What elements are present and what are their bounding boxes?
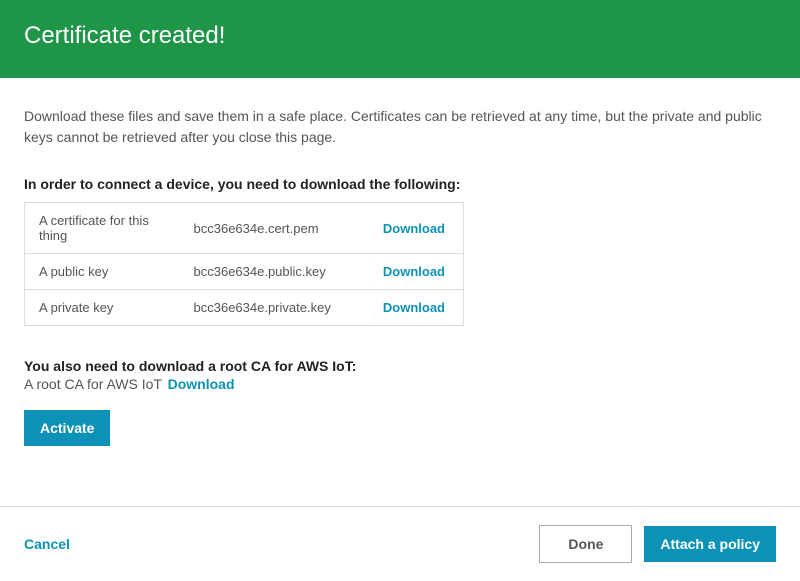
downloads-table: A certificate for this thing bcc36e634e.…	[24, 202, 464, 326]
table-row: A private key bcc36e634e.private.key Dow…	[25, 290, 464, 326]
header-banner: Certificate created!	[0, 0, 800, 78]
download-label: A private key	[25, 290, 180, 326]
cancel-button[interactable]: Cancel	[24, 526, 70, 562]
page-title: Certificate created!	[24, 22, 776, 50]
download-filename: bcc36e634e.cert.pem	[180, 203, 360, 254]
attach-policy-button[interactable]: Attach a policy	[644, 526, 776, 562]
download-label: A certificate for this thing	[25, 203, 180, 254]
intro-text: Download these files and save them in a …	[24, 106, 776, 148]
table-row: A public key bcc36e634e.public.key Downl…	[25, 254, 464, 290]
footer-bar: Cancel Done Attach a policy	[0, 506, 800, 581]
download-private-key-link[interactable]: Download	[383, 300, 445, 315]
download-root-ca-link[interactable]: Download	[168, 376, 235, 392]
activate-button[interactable]: Activate	[24, 410, 110, 446]
root-ca-label: A root CA for AWS IoT	[24, 376, 162, 392]
root-ca-heading: You also need to download a root CA for …	[24, 358, 776, 374]
download-label: A public key	[25, 254, 180, 290]
root-ca-section: You also need to download a root CA for …	[24, 358, 776, 392]
done-button[interactable]: Done	[539, 525, 632, 563]
table-row: A certificate for this thing bcc36e634e.…	[25, 203, 464, 254]
download-filename: bcc36e634e.public.key	[180, 254, 360, 290]
download-public-key-link[interactable]: Download	[383, 264, 445, 279]
download-certificate-link[interactable]: Download	[383, 221, 445, 236]
downloads-heading: In order to connect a device, you need t…	[24, 176, 776, 192]
download-filename: bcc36e634e.private.key	[180, 290, 360, 326]
main-content: Download these files and save them in a …	[0, 78, 800, 470]
root-ca-line: A root CA for AWS IoT Download	[24, 376, 776, 392]
